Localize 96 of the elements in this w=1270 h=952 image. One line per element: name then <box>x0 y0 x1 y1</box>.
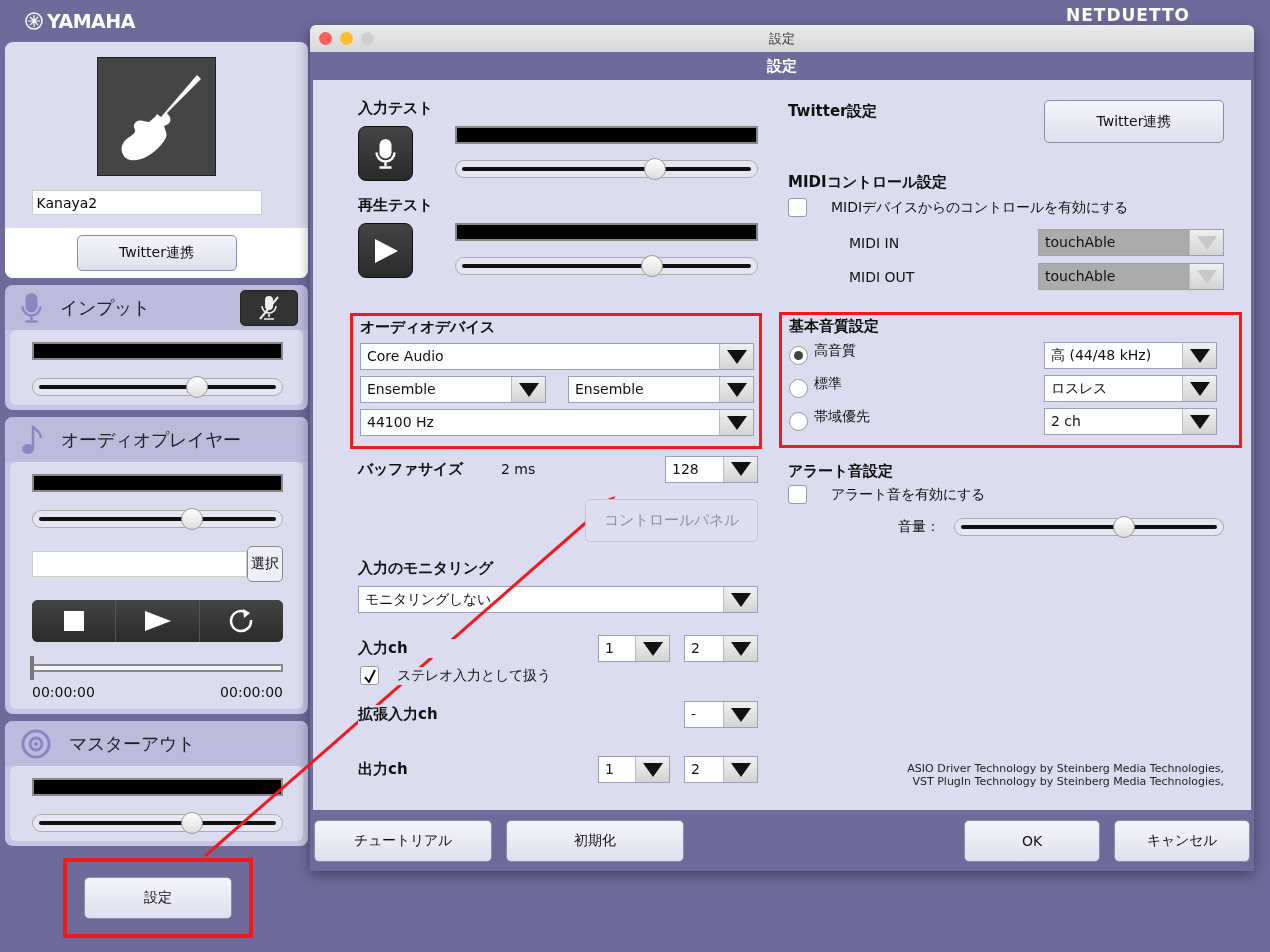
microphone-icon <box>21 292 42 323</box>
caret-icon <box>726 349 747 364</box>
repeat-button[interactable] <box>200 600 283 642</box>
caret-icon <box>1189 348 1210 363</box>
section-title: オーディオプレイヤー <box>61 427 242 452</box>
checkbox[interactable] <box>360 666 379 685</box>
dropdown[interactable]: 44100 Hz <box>360 409 754 436</box>
dropdown[interactable]: Core Audio <box>360 343 754 370</box>
input-test-button[interactable] <box>358 126 413 181</box>
name-field[interactable]: Kanaya2 <box>31 190 262 215</box>
dialog-header: 設定 <box>767 56 797 76</box>
checkmark-icon <box>363 668 376 683</box>
play-button[interactable] <box>116 600 200 642</box>
dropdown[interactable]: モニタリングしない <box>358 586 758 613</box>
caret-icon <box>1189 381 1210 396</box>
dropdown[interactable]: 高 (44/48 kHz) <box>1044 342 1217 369</box>
position-bar[interactable] <box>32 656 283 680</box>
slider-thumb[interactable] <box>181 508 204 530</box>
position-handle[interactable] <box>30 656 34 680</box>
section-label: 再生テスト <box>358 196 433 214</box>
caret-icon <box>726 382 747 397</box>
caret-icon <box>730 641 751 656</box>
caret-icon <box>1196 269 1217 284</box>
logo-emblem-icon <box>25 12 43 30</box>
section-label: 入力のモニタリング <box>358 559 493 577</box>
section-title: マスターアウト <box>69 731 196 756</box>
checkbox-label: MIDIデバイスからのコントロールを有効にする <box>831 198 1129 217</box>
play-icon <box>144 611 171 631</box>
dropdown[interactable]: 1 <box>598 756 670 783</box>
section-title: インプット <box>60 295 151 320</box>
dropdown[interactable]: ロスレス <box>1044 375 1217 402</box>
twitter-link-button[interactable]: Twitter連携 <box>76 235 237 271</box>
dropdown[interactable]: Ensemble <box>360 376 546 403</box>
caret-icon <box>642 762 663 777</box>
dropdown[interactable]: 2 <box>684 756 758 783</box>
caret-icon <box>730 592 751 607</box>
credit-text: VST PlugIn Technology by Steinberg Media Technologies, <box>912 775 1224 788</box>
play-icon <box>373 238 398 263</box>
brand-logo: NETDUETTO <box>1066 5 1190 25</box>
mute-button[interactable] <box>240 289 298 326</box>
caret-icon <box>730 707 751 722</box>
dropdown[interactable]: Ensemble <box>568 376 754 403</box>
repeat-icon <box>228 608 255 634</box>
speaker-icon <box>21 728 51 759</box>
caret-icon <box>730 762 751 777</box>
playback-test-button[interactable] <box>358 223 413 278</box>
footer-button[interactable]: 初期化 <box>506 819 684 862</box>
slider-thumb[interactable] <box>640 255 663 277</box>
volume-slider[interactable] <box>32 814 283 832</box>
elapsed-time: 00:00:00 <box>32 684 95 700</box>
stop-icon <box>63 611 84 631</box>
caret-icon <box>730 462 751 476</box>
stop-button[interactable] <box>32 600 116 642</box>
slider-thumb[interactable] <box>181 812 204 834</box>
radio-button[interactable] <box>789 412 808 431</box>
checkbox[interactable] <box>788 485 807 504</box>
dropdown[interactable]: 2 <box>684 635 758 662</box>
footer-button[interactable]: キャンセル <box>1114 819 1250 862</box>
logo: YAMAHA <box>47 10 135 32</box>
caret-icon <box>1189 414 1210 429</box>
section-label: 入力テスト <box>358 99 433 117</box>
footer-button[interactable]: OK <box>964 819 1100 862</box>
caret-icon <box>1196 235 1217 250</box>
volume-slider[interactable] <box>32 378 283 396</box>
muted-microphone-icon <box>258 294 280 321</box>
volume-slider[interactable] <box>455 257 758 275</box>
window-title: 設定 <box>769 29 795 48</box>
volume-slider[interactable] <box>455 160 758 178</box>
caret-icon <box>518 382 539 397</box>
dropdown[interactable]: 128 <box>665 455 758 483</box>
close-button[interactable] <box>319 32 332 45</box>
dropdown[interactable]: - <box>684 701 758 728</box>
section-label: アラート音設定 <box>788 462 893 481</box>
microphone-icon <box>375 138 396 169</box>
slider-thumb[interactable] <box>643 158 666 180</box>
radio-button[interactable] <box>789 379 808 398</box>
dropdown[interactable]: 2 ch <box>1044 408 1217 435</box>
volume-slider[interactable] <box>954 518 1224 536</box>
slider-thumb[interactable] <box>186 376 209 398</box>
credit-text: ASIO Driver Technology by Steinberg Media Technologies, <box>907 762 1224 775</box>
caret-icon <box>642 641 663 656</box>
checkbox-label: アラート音を有効にする <box>831 485 985 504</box>
dropdown[interactable]: 1 <box>598 635 670 662</box>
slider-thumb[interactable] <box>1112 516 1135 538</box>
file-field[interactable] <box>32 551 247 577</box>
volume-slider[interactable] <box>32 510 283 528</box>
twitter-link-button[interactable]: Twitter連携 <box>1044 100 1224 143</box>
radio-button[interactable] <box>789 346 808 365</box>
checkbox-label: ステレオ入力として扱う <box>397 666 551 685</box>
footer-button[interactable]: チュートリアル <box>314 819 492 862</box>
music-note-icon <box>21 424 43 455</box>
settings-button[interactable]: 設定 <box>84 877 232 919</box>
checkbox[interactable] <box>788 198 807 217</box>
total-time: 00:00:00 <box>220 684 283 700</box>
select-button[interactable]: 選択 <box>247 546 283 582</box>
caret-icon <box>726 415 747 430</box>
